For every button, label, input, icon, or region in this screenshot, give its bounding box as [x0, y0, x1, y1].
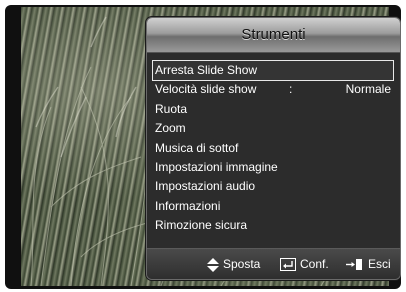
- menu-item-label: Arresta Slide Show: [155, 63, 258, 77]
- tv-screen: Strumenti Arresta Slide Show Velocità sl…: [5, 5, 401, 289]
- footer-move-hint: Sposta: [207, 249, 260, 279]
- menu-item-slideshow-speed[interactable]: Velocità slide show : Normale: [153, 80, 393, 99]
- footer-move-label: Sposta: [223, 257, 261, 271]
- tools-menu: Strumenti Arresta Slide Show Velocità sl…: [146, 17, 401, 280]
- menu-title: Strumenti: [241, 26, 306, 43]
- footer-confirm-hint: Conf.: [280, 249, 329, 279]
- menu-list: Arresta Slide Show Velocità slide show :…: [152, 59, 394, 236]
- menu-item-zoom[interactable]: Zoom: [153, 119, 393, 138]
- menu-footer: Sposta Conf. Esci: [147, 248, 400, 279]
- menu-item-background-music[interactable]: Musica di sottof: [153, 139, 393, 158]
- menu-item-label: Musica di sottof: [155, 140, 239, 155]
- menu-item-sound-settings[interactable]: Impostazioni audio: [153, 177, 393, 196]
- menu-item-label: Ruota: [155, 101, 188, 116]
- menu-title-bar: Strumenti: [147, 18, 400, 53]
- menu-item-label: Informazioni: [155, 198, 221, 213]
- footer-exit-hint: Esci: [346, 249, 391, 279]
- menu-item-separator: :: [289, 82, 293, 97]
- menu-item-information[interactable]: Informazioni: [153, 197, 393, 216]
- exit-icon: [346, 259, 362, 271]
- menu-item-safe-remove[interactable]: Rimozione sicura: [153, 216, 393, 235]
- menu-item-value: Normale: [345, 82, 391, 97]
- menu-item-label: Rimozione sicura: [155, 218, 248, 233]
- up-down-arrows-icon: [207, 257, 219, 272]
- menu-item-label: Impostazioni audio: [155, 179, 256, 194]
- footer-confirm-label: Conf.: [300, 257, 329, 271]
- menu-item-rotate[interactable]: Ruota: [153, 100, 393, 119]
- menu-item-picture-settings[interactable]: Impostazioni immagine: [153, 158, 393, 177]
- enter-icon: [280, 258, 296, 272]
- menu-item-label: Impostazioni immagine: [155, 159, 278, 174]
- menu-item-stop-slideshow[interactable]: Arresta Slide Show: [152, 59, 394, 82]
- menu-item-label: Zoom: [155, 121, 186, 136]
- menu-item-label: Velocità slide show: [155, 82, 257, 97]
- footer-exit-label: Esci: [368, 257, 391, 271]
